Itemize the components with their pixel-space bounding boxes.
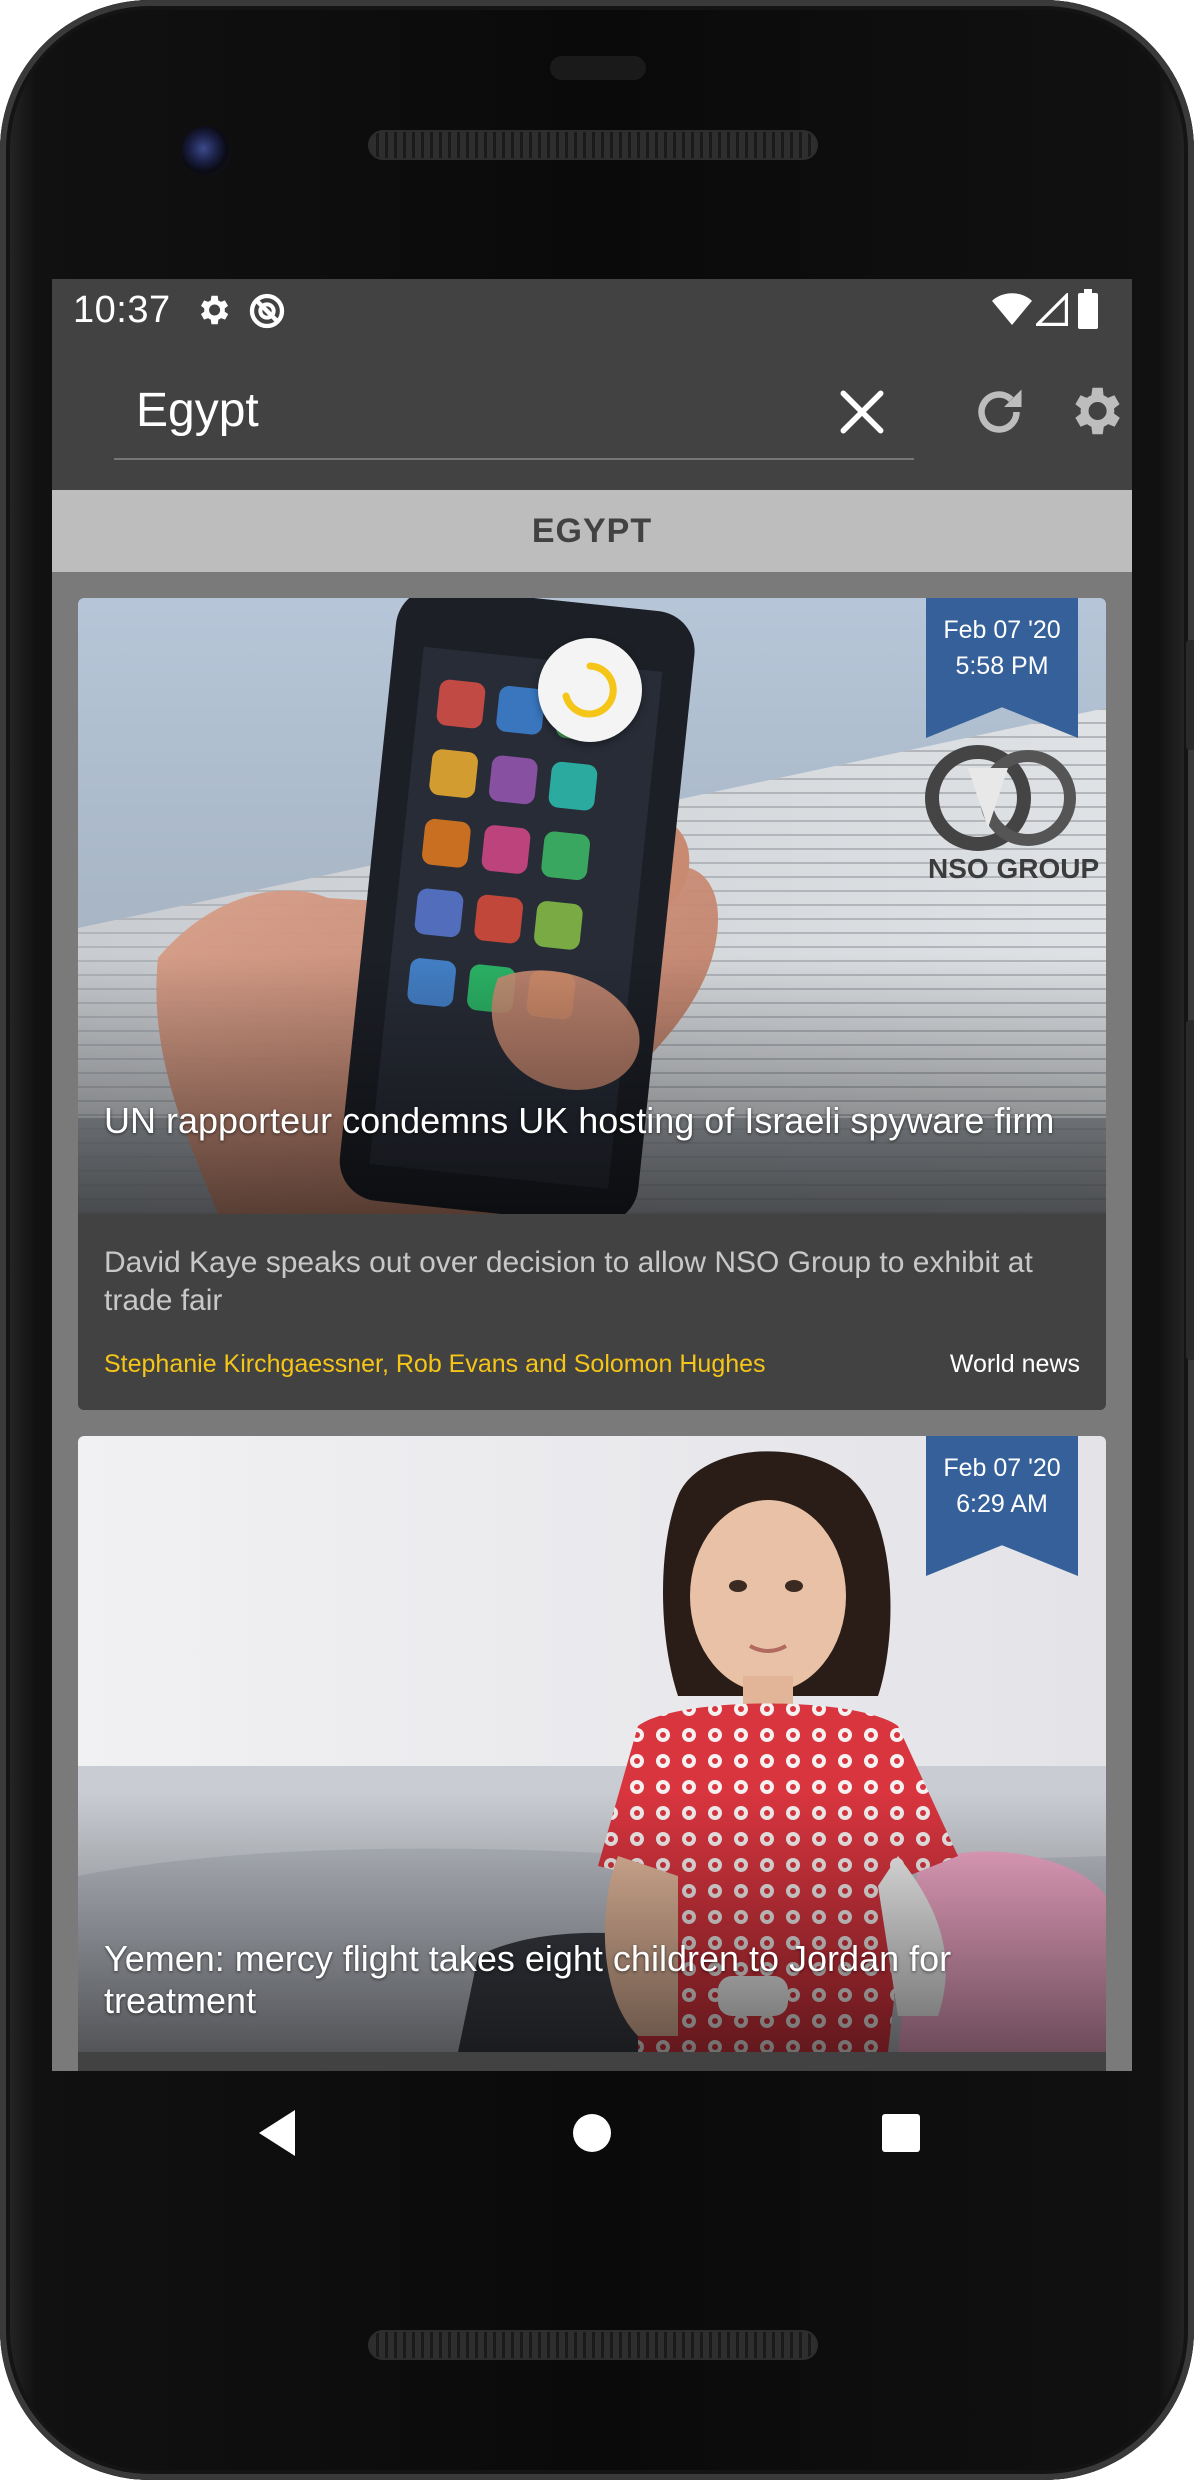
gear-icon xyxy=(200,295,229,325)
wifi-icon xyxy=(992,293,1032,325)
battery-icon xyxy=(1078,289,1098,329)
search-input[interactable] xyxy=(136,378,796,442)
top-sensor xyxy=(550,56,646,80)
article-authors: Stephanie Kirchgaessner, Rob Evans and S… xyxy=(104,1350,766,1378)
bottom-speaker xyxy=(368,2330,818,2360)
article-date: Feb 07 '20 xyxy=(943,1454,1061,1482)
news-feed[interactable]: NSO GROUP Feb 07 '20 5:58 PM UN rapporte… xyxy=(52,572,1132,2071)
article-image: NSO GROUP Feb 07 '20 5:58 PM UN rapporte… xyxy=(78,598,1106,1214)
volume-button xyxy=(1186,640,1194,750)
article-image: Feb 07 '20 6:29 AM Yemen: mercy flight t… xyxy=(78,1436,1106,2052)
refresh-icon[interactable] xyxy=(969,382,1029,442)
loading-spinner xyxy=(538,638,642,742)
article-card[interactable]: NSO GROUP Feb 07 '20 5:58 PM UN rapporte… xyxy=(78,598,1106,1410)
gear-icon[interactable] xyxy=(1064,380,1126,442)
search-field xyxy=(114,368,914,460)
phone-frame: 10:37 Egypt EGYPT NSO GROUP Feb 07 '20 5… xyxy=(0,0,1194,2480)
screen: 10:37 Egypt EGYPT NSO GROUP Feb 07 '20 5… xyxy=(52,279,1132,2071)
nso-sign-text: NSO GROUP xyxy=(928,853,1099,884)
status-time: 10:37 xyxy=(73,289,171,331)
article-date: Feb 07 '20 xyxy=(943,616,1061,644)
article-subtitle: David Kaye speaks out over decision to a… xyxy=(104,1246,1033,1317)
recents-icon xyxy=(882,2114,920,2152)
power-button xyxy=(1186,1020,1194,1360)
section-title: EGYPT xyxy=(52,490,1132,572)
article-card[interactable]: Feb 07 '20 6:29 AM Yemen: mercy flight t… xyxy=(78,1436,1106,2071)
earpiece-speaker xyxy=(368,130,818,160)
front-camera xyxy=(181,126,231,176)
home-button[interactable] xyxy=(571,2112,613,2159)
article-category: World news xyxy=(949,1350,1080,1378)
close-icon[interactable] xyxy=(834,384,890,440)
search-toolbar xyxy=(52,342,1132,490)
do-not-disturb-icon xyxy=(249,293,285,329)
spinner-icon xyxy=(562,662,617,718)
image-gradient xyxy=(78,954,1106,1214)
back-icon xyxy=(259,2110,295,2156)
status-bar: 10:37 xyxy=(52,279,1132,342)
back-button[interactable] xyxy=(255,2108,299,2163)
article-headline[interactable]: Yemen: mercy flight takes eight children… xyxy=(104,1938,1080,2022)
recents-button[interactable] xyxy=(881,2113,921,2158)
article-headline[interactable]: UN rapporteur condemns UK hosting of Isr… xyxy=(104,1100,1080,1142)
article-time: 5:58 PM xyxy=(955,652,1049,680)
article-time: 6:29 AM xyxy=(956,1490,1048,1518)
cellular-signal-icon xyxy=(1036,293,1068,326)
home-icon xyxy=(573,2114,611,2152)
